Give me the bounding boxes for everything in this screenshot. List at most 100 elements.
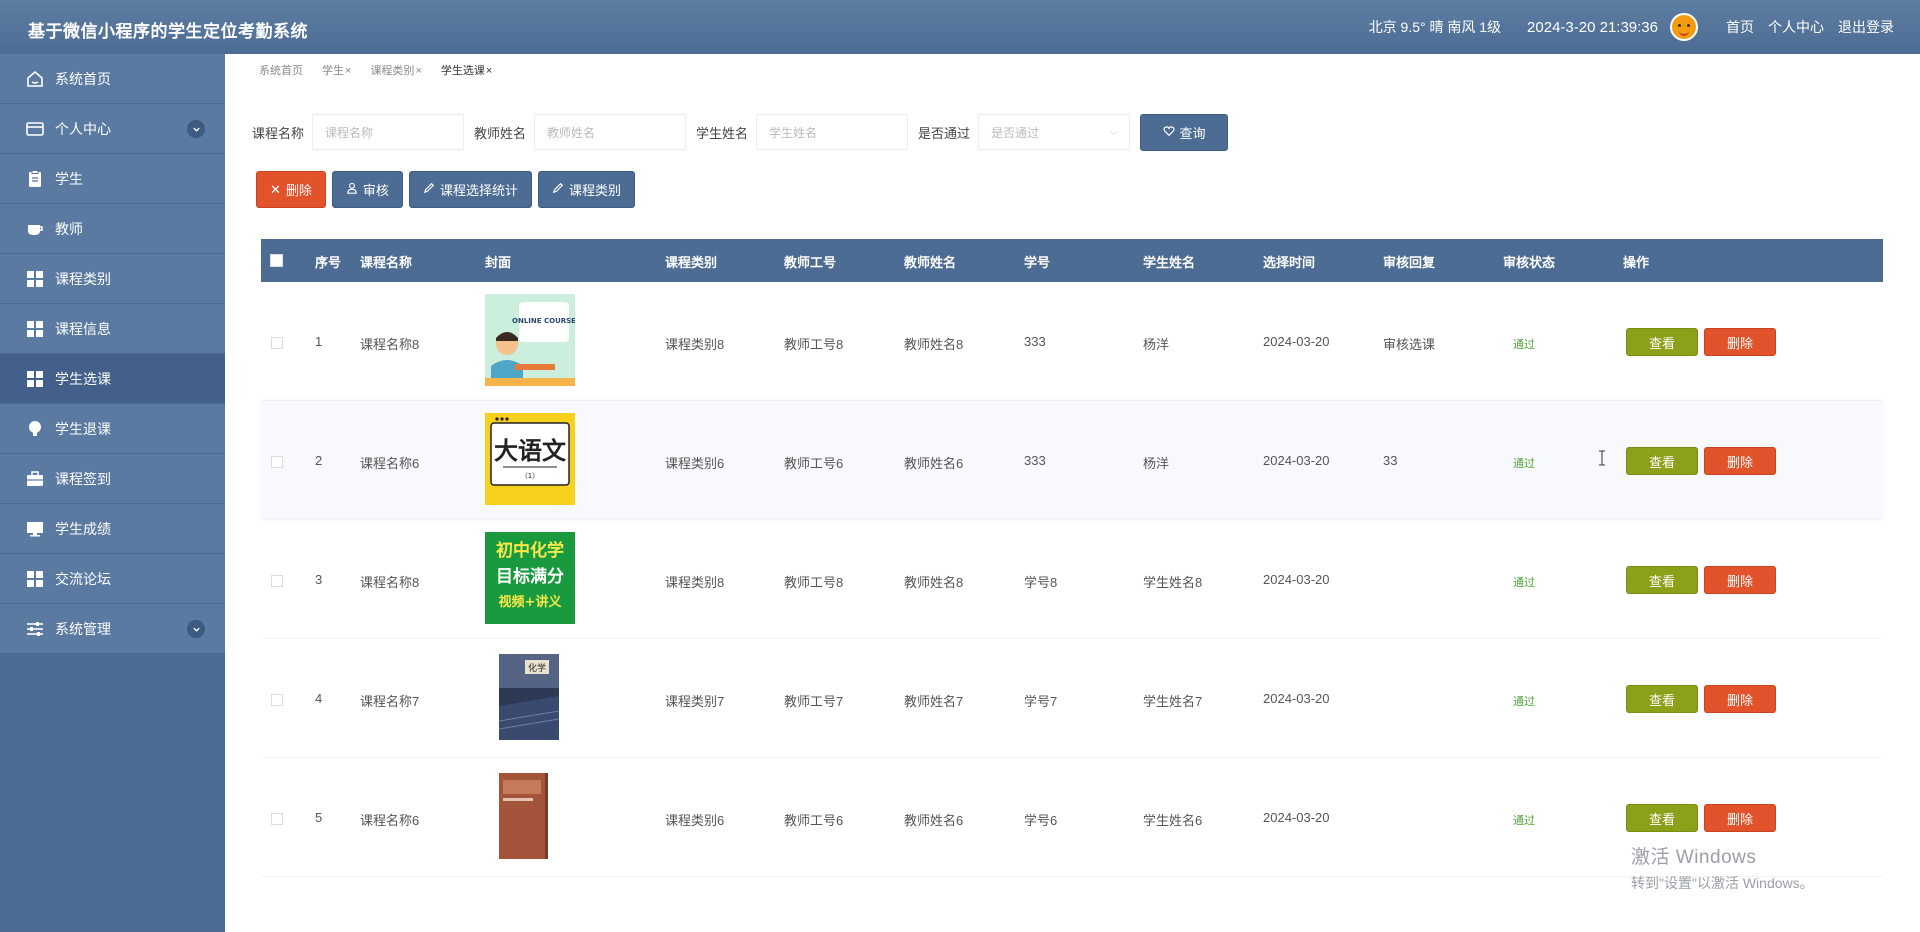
sidebar-item-course-info[interactable]: 课程信息	[0, 304, 225, 354]
passed-select[interactable]: 是否通过 ⌵	[978, 114, 1131, 150]
tab-course-category[interactable]: 课程类别×	[370, 62, 421, 78]
tab-home[interactable]: 系统首页	[259, 62, 303, 78]
cover-text: 大语文	[494, 436, 567, 465]
card-icon	[24, 118, 46, 140]
review-reply: 33	[1383, 453, 1398, 468]
view-button[interactable]: 查看	[1626, 685, 1698, 713]
select-time: 2024-03-20	[1263, 453, 1330, 468]
sidebar-item-home[interactable]: 系统首页	[0, 54, 225, 104]
course-category-button[interactable]: 课程类别	[537, 171, 635, 208]
row-checkbox[interactable]	[271, 694, 283, 706]
avatar[interactable]	[1670, 13, 1698, 41]
row-checkbox[interactable]	[271, 337, 283, 349]
view-button[interactable]: 查看	[1626, 447, 1698, 475]
sliders-icon	[24, 618, 46, 640]
sidebar-item-students[interactable]: 学生	[0, 154, 225, 204]
sidebar-item-label: 个人中心	[55, 120, 111, 137]
delete-button[interactable]: 删除	[1704, 566, 1776, 594]
student-id: 333	[1024, 334, 1046, 349]
sidebar-item-course-selection[interactable]: 学生选课	[0, 354, 225, 404]
cover-text: 初中化学	[496, 540, 564, 561]
review-button[interactable]: 审核	[331, 171, 403, 208]
delete-button[interactable]: 删除	[1704, 685, 1776, 713]
student-name-input[interactable]: 学生姓名	[756, 114, 909, 150]
batch-delete-button[interactable]: ✕ 删除	[256, 171, 326, 208]
student-id: 333	[1024, 453, 1046, 468]
sidebar-item-label: 学生	[55, 170, 83, 187]
course-name-input[interactable]: 课程名称	[312, 114, 465, 150]
grid-icon	[24, 318, 46, 340]
cover-text: 目标满分	[496, 566, 564, 587]
chevron-down-icon: ⌵	[1109, 126, 1118, 138]
course-category: 课程类别8	[665, 337, 725, 352]
column-header: 教师工号	[784, 255, 837, 270]
grid-icon	[24, 368, 46, 390]
pencil-icon	[552, 182, 564, 197]
sidebar-item-teachers[interactable]: 教师	[0, 204, 225, 254]
sidebar-item-checkin[interactable]: 课程签到	[0, 454, 225, 504]
home-link[interactable]: 首页	[1726, 17, 1754, 37]
column-header: 审核回复	[1383, 255, 1436, 270]
chevron-down-icon[interactable]	[187, 620, 205, 638]
course-cover-image: 大语文 （1）	[485, 413, 575, 505]
query-button[interactable]: 查询	[1140, 113, 1229, 151]
student-id: 学号8	[1024, 575, 1058, 590]
sidebar-item-system[interactable]: 系统管理	[0, 604, 225, 654]
sidebar-item-label: 学生选课	[55, 370, 111, 387]
delete-button[interactable]: 删除	[1704, 328, 1776, 356]
grid-icon	[24, 568, 46, 590]
row-checkbox[interactable]	[271, 813, 283, 825]
sidebar-item-course-drop[interactable]: 学生退课	[0, 404, 225, 454]
delete-button[interactable]: 删除	[1704, 804, 1776, 832]
sidebar-item-label: 教师	[55, 220, 83, 237]
student-name: 杨洋	[1143, 456, 1170, 471]
weather-info: 北京 9.5° 晴 南风 1级	[1368, 19, 1502, 35]
teacher-name-input[interactable]: 教师姓名	[534, 114, 687, 150]
close-icon: ✕	[270, 181, 281, 197]
sidebar-item-label: 交流论坛	[55, 570, 111, 587]
student-id: 学号6	[1024, 813, 1058, 828]
view-button[interactable]: 查看	[1626, 566, 1698, 594]
teacher-name: 教师姓名8	[904, 337, 964, 352]
watermark-title: 激活 Windows	[1631, 847, 1757, 868]
chevron-down-icon[interactable]	[187, 120, 205, 138]
view-button[interactable]: 查看	[1626, 328, 1698, 356]
sidebar-item-label: 学生退课	[55, 420, 111, 437]
course-category: 课程类别8	[665, 575, 725, 590]
course-name: 课程名称8	[360, 337, 420, 352]
logout-link[interactable]: 退出登录	[1838, 17, 1894, 37]
cover-text: ONLINE COURSE	[512, 317, 575, 325]
profile-link[interactable]: 个人中心	[1768, 17, 1824, 37]
selection-table: 序号 课程名称 封面 课程类别 教师工号 教师姓名 学号 学生姓名 选择时间 审…	[261, 239, 1883, 877]
sidebar-item-forum[interactable]: 交流论坛	[0, 554, 225, 604]
student-name: 学生姓名6	[1143, 813, 1203, 828]
course-stats-button[interactable]: 课程选择统计	[408, 171, 532, 208]
teacher-name: 教师姓名6	[904, 456, 964, 471]
passed-label: 是否通过	[918, 125, 971, 141]
sidebar-item-profile[interactable]: 个人中心	[0, 104, 225, 154]
table-row[interactable]: 3 课程名称8 初中化学 目标满分 视频+讲义 课程类别8 教师工号8 教师姓名…	[261, 520, 1883, 639]
tab-students[interactable]: 学生×	[322, 62, 351, 78]
teacher-id: 教师工号6	[784, 813, 844, 828]
column-header: 审核状态	[1503, 255, 1556, 270]
sidebar-item-grades[interactable]: 学生成绩	[0, 504, 225, 554]
sidebar-item-label: 系统管理	[55, 620, 111, 637]
search-form: 课程名称 课程名称 教师姓名 教师姓名 学生姓名 学生姓名 是否通过 是否通过 ⌵…	[252, 113, 1229, 151]
view-button[interactable]: 查看	[1626, 804, 1698, 832]
course-category: 课程类别7	[665, 694, 725, 709]
select-all-checkbox[interactable]	[270, 254, 283, 267]
close-icon[interactable]: ×	[345, 65, 351, 77]
tab-course-selection[interactable]: 学生选课×	[441, 62, 492, 78]
row-checkbox[interactable]	[271, 575, 283, 587]
action-toolbar: ✕ 删除 审核 课程选择统计 课程类别	[256, 171, 635, 208]
sidebar-item-course-category[interactable]: 课程类别	[0, 254, 225, 304]
table-row[interactable]: 2 课程名称6 大语文 （1） 课程类别6 教师工号6 教师姓名6 333 杨洋…	[261, 401, 1883, 520]
delete-button[interactable]: 删除	[1704, 447, 1776, 475]
close-icon[interactable]: ×	[486, 65, 492, 77]
row-checkbox[interactable]	[271, 456, 283, 468]
column-header: 操作	[1623, 255, 1650, 270]
close-icon[interactable]: ×	[415, 65, 421, 77]
table-row[interactable]: 4 课程名称7 化学 课程类别7 教师工号7 教师姓名7 学号7 学生姓名7 2…	[261, 639, 1883, 758]
table-row[interactable]: 1 课程名称8 ONLINE COURSE 课程类别8 教师工号8 教师姓名8 …	[261, 282, 1883, 401]
teacher-name-label: 教师姓名	[474, 125, 527, 141]
